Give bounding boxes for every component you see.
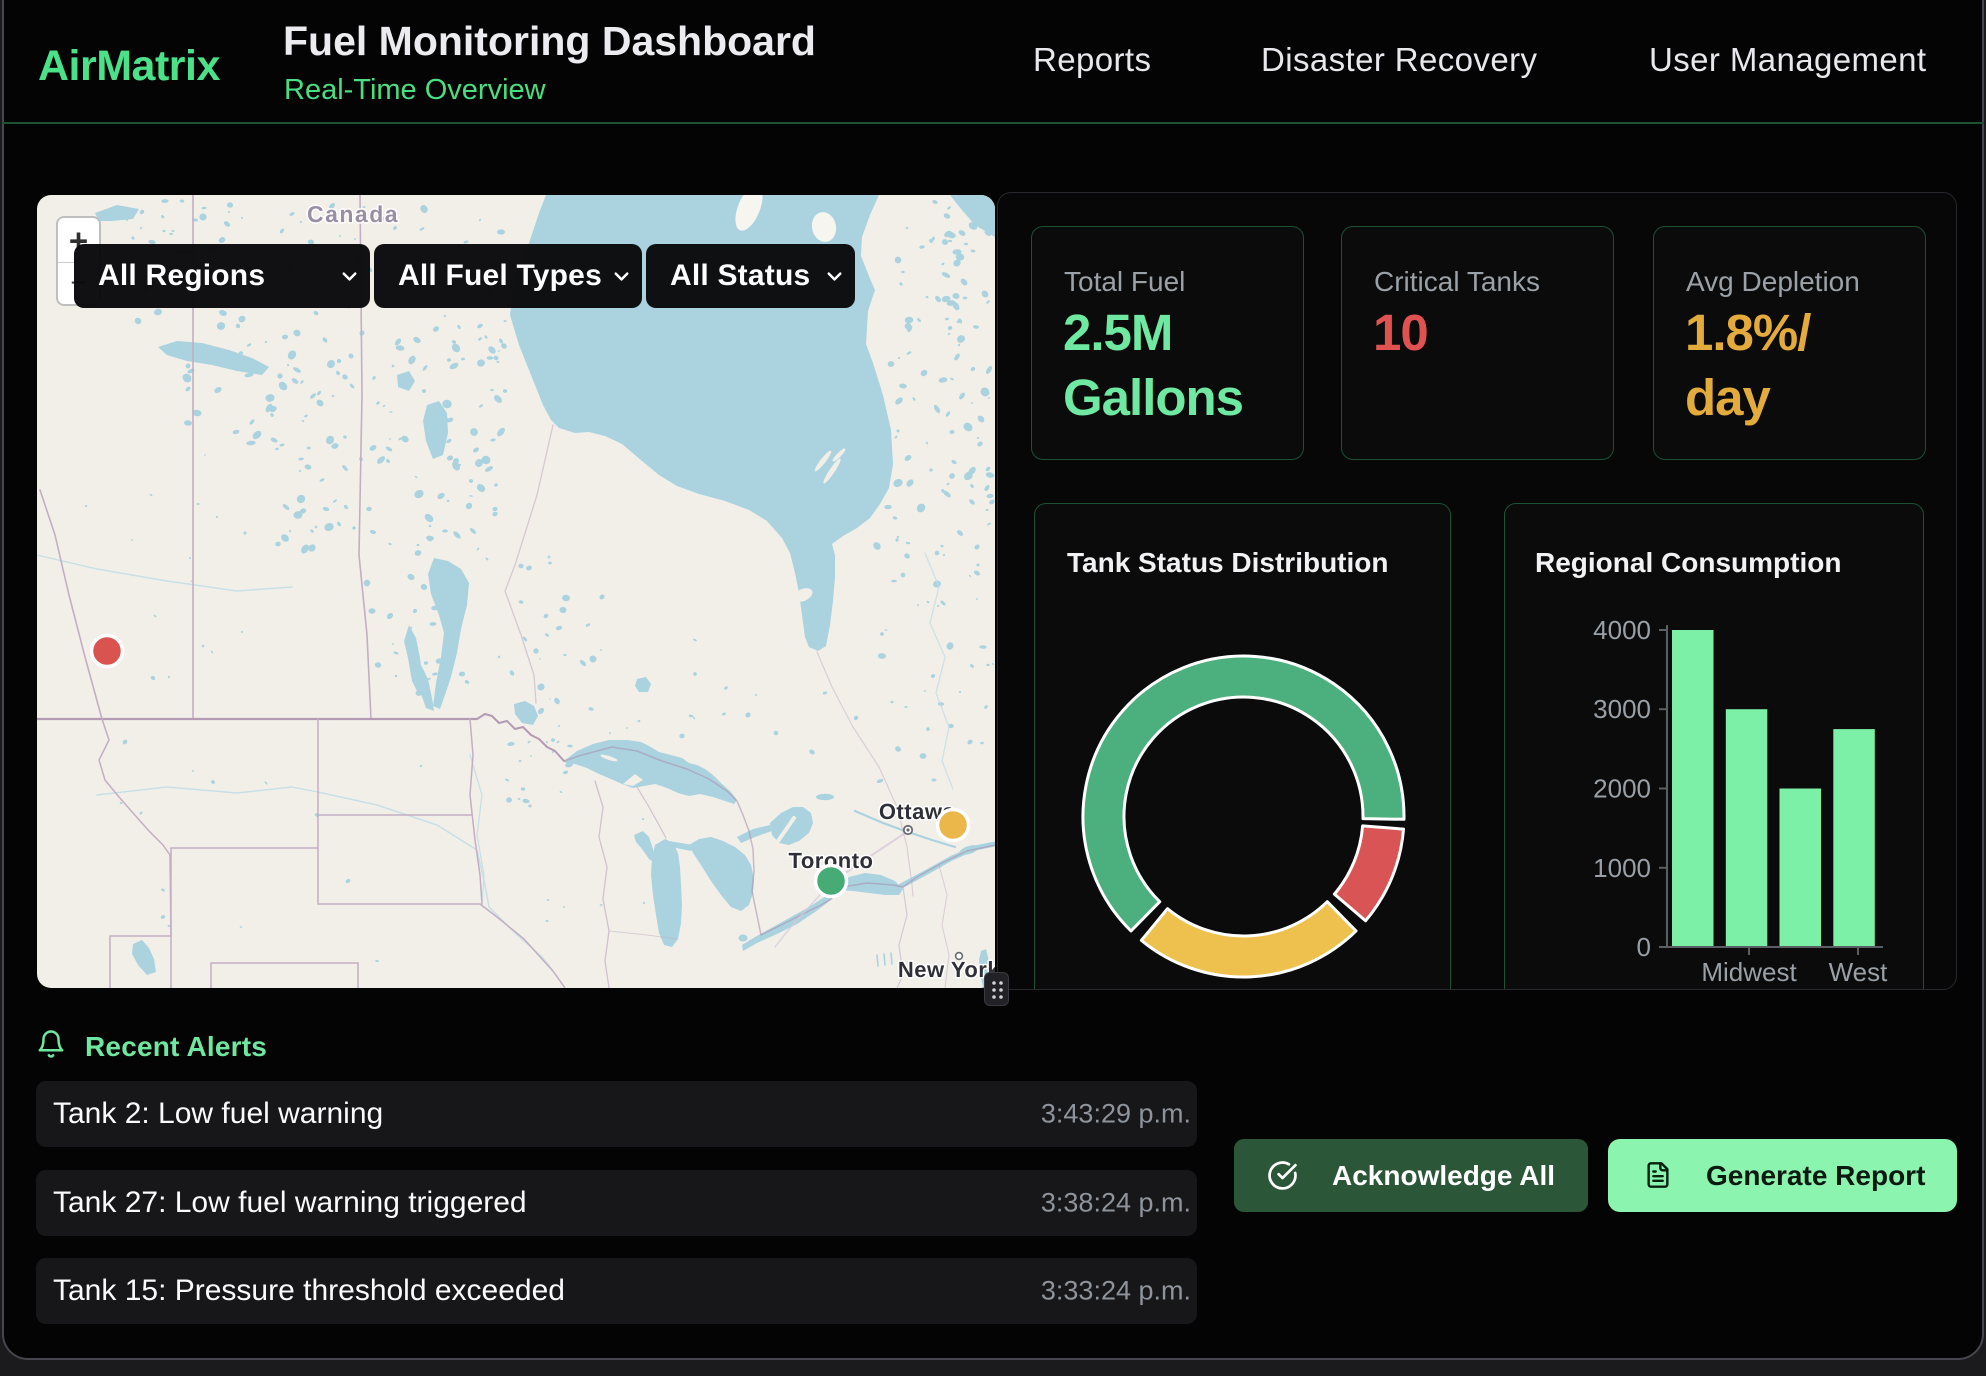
svg-text:4000: 4000 xyxy=(1593,615,1651,645)
svg-text:1000: 1000 xyxy=(1593,853,1651,883)
svg-text:2000: 2000 xyxy=(1593,774,1651,804)
svg-text:Midwest: Midwest xyxy=(1701,957,1797,987)
svg-text:West: West xyxy=(1829,957,1889,987)
svg-text:3000: 3000 xyxy=(1593,694,1651,724)
svg-text:Canada: Canada xyxy=(307,201,399,227)
svg-text:0: 0 xyxy=(1637,932,1651,962)
svg-text:New York: New York xyxy=(898,957,995,982)
